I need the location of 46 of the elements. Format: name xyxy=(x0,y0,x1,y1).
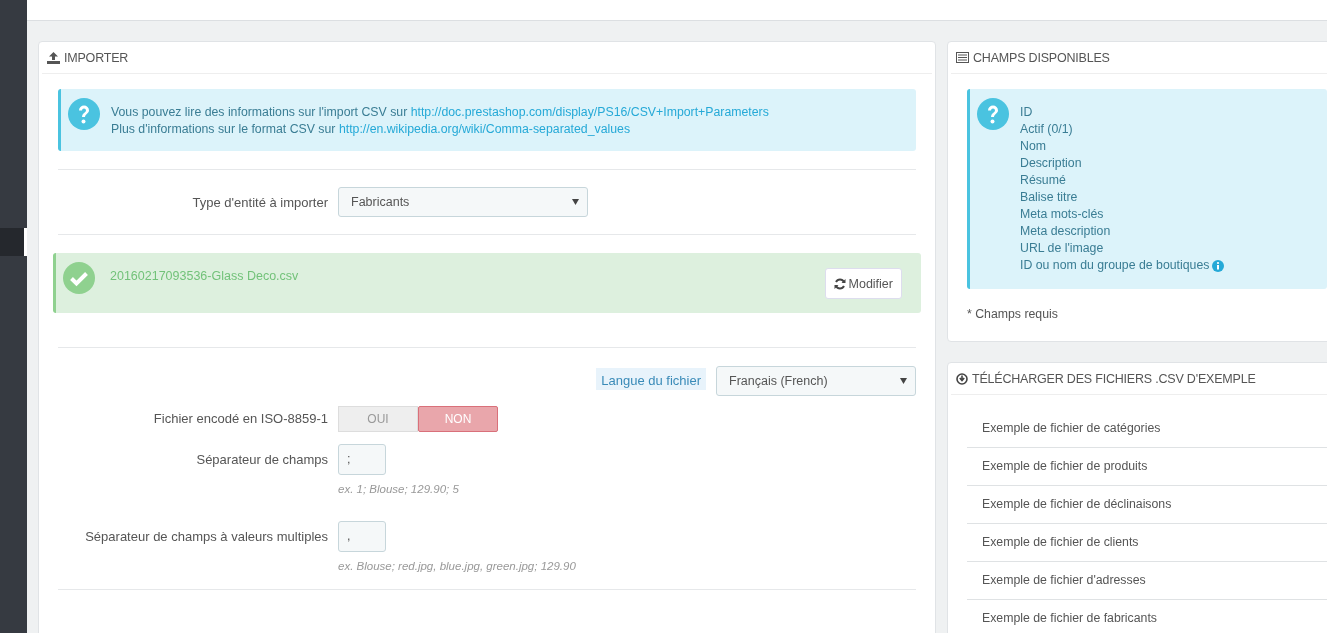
sample-file-link[interactable]: Exemple de fichier de fabricants xyxy=(967,600,1327,633)
refresh-icon xyxy=(833,277,846,290)
caret-icon xyxy=(900,378,907,384)
sidebar-active-item[interactable] xyxy=(0,228,27,256)
info-icon xyxy=(1212,259,1225,272)
check-icon xyxy=(63,262,95,294)
field-name: Balise titre xyxy=(1020,189,1078,206)
entity-type-select[interactable]: Fabricants xyxy=(338,187,588,217)
field-name: URL de l'image xyxy=(1020,240,1104,257)
info-text: Vous pouvez lire des informations sur l'import CSV sur http://doc.prestashop.com/display/PS16/CSV+Import+Parameters xyxy=(111,104,769,121)
field-label: Type d'entité à importer xyxy=(191,193,328,212)
language-select[interactable]: Français (French) xyxy=(716,366,916,396)
field-label: Séparateur de champs à valeurs multiples xyxy=(84,528,328,546)
sample-file-link[interactable]: Exemple de fichier de clients xyxy=(967,524,1327,562)
file-name: 20160217093536-Glass Deco.csv xyxy=(110,269,300,283)
sample-file-link[interactable]: Exemple de fichier de produits xyxy=(967,448,1327,486)
download-icon xyxy=(956,372,968,385)
modify-button[interactable]: Modifier xyxy=(824,268,902,299)
field-name: Meta mots-clés xyxy=(1020,206,1104,223)
sample-file-link[interactable]: Exemple de fichier de déclinaisons xyxy=(967,486,1327,524)
help-text: ex. 1; Blouse; 129.90; 5 xyxy=(338,483,459,495)
separator-input[interactable]: , xyxy=(338,521,386,552)
field-name: ID ou nom du groupe de boutiques xyxy=(1020,257,1210,274)
field-name: Actif (0/1) xyxy=(1020,121,1073,138)
field-label: Fichier encodé en ISO-8859-1 xyxy=(152,410,328,428)
field-name: ID xyxy=(1020,104,1033,121)
caret-icon xyxy=(572,199,579,205)
help-icon xyxy=(977,98,1009,130)
field-name: Résumé xyxy=(1020,172,1066,189)
field-name: Meta description xyxy=(1020,223,1111,240)
panel-title: IMPORTER xyxy=(64,50,129,65)
help-icon xyxy=(68,98,100,130)
field-name: Nom xyxy=(1020,138,1046,155)
separator-input[interactable]: ; xyxy=(338,444,386,475)
sample-file-link[interactable]: Exemple de fichier de catégories xyxy=(967,410,1327,448)
sample-file-link[interactable]: Exemple de fichier d'adresses xyxy=(967,562,1327,600)
field-label: Séparateur de champs xyxy=(195,451,328,469)
help-text: ex. Blouse; red.jpg, blue.jpg, green.jpg; 129.90 xyxy=(338,560,576,572)
field-name: Description xyxy=(1020,155,1082,172)
list-icon xyxy=(956,52,969,63)
required-note: * Champs requis xyxy=(967,307,1059,323)
panel-title: CHAMPS DISPONIBLES xyxy=(973,50,1110,65)
upload-icon xyxy=(47,51,60,64)
panel-title: TÉLÉCHARGER DES FICHIERS .CSV D'EXEMPLE xyxy=(972,371,1256,386)
field-label: Langue du fichier xyxy=(596,368,706,390)
info-text: Plus d'informations sur le format CSV sur http://en.wikipedia.org/wiki/Comma-separated_values xyxy=(111,121,632,138)
